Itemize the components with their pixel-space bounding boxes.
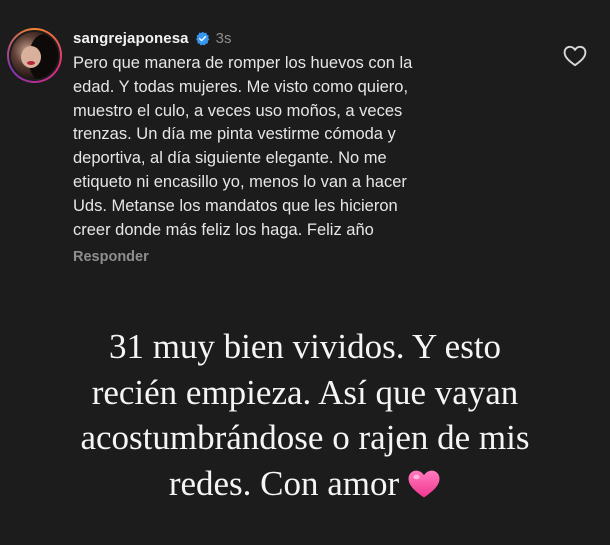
avatar-photo — [9, 30, 60, 81]
username[interactable]: sangrejaponesa — [73, 30, 189, 47]
comment-text: Pero que manera de romper los huevos con… — [73, 54, 413, 239]
caption-line: recién empieza. Así que vayan — [91, 372, 519, 412]
caption-line: 31 muy bien vividos. Y esto — [108, 327, 502, 366]
verified-badge-icon — [195, 31, 209, 45]
heart-outline-icon[interactable] — [563, 45, 587, 67]
avatar[interactable] — [7, 28, 62, 83]
reply-button[interactable]: Responder — [73, 249, 149, 265]
caption-line-text: redes. Con amor — [168, 463, 400, 503]
comment-header: sangrejaponesa 3s — [73, 27, 231, 49]
caption-line: acostumbrándose o rajen de mis — [80, 418, 530, 457]
pink-heart-icon — [408, 470, 440, 497]
story-caption: 31 muy bien vividos. Y esto recién empie… — [20, 324, 590, 506]
comment: sangrejaponesa 3s Pero que manera de rom… — [0, 0, 610, 290]
caption-line-last: redes. Con amor — [20, 461, 590, 507]
story-screen: sangrejaponesa 3s Pero que manera de rom… — [0, 0, 610, 545]
timestamp: 3s — [215, 29, 232, 47]
